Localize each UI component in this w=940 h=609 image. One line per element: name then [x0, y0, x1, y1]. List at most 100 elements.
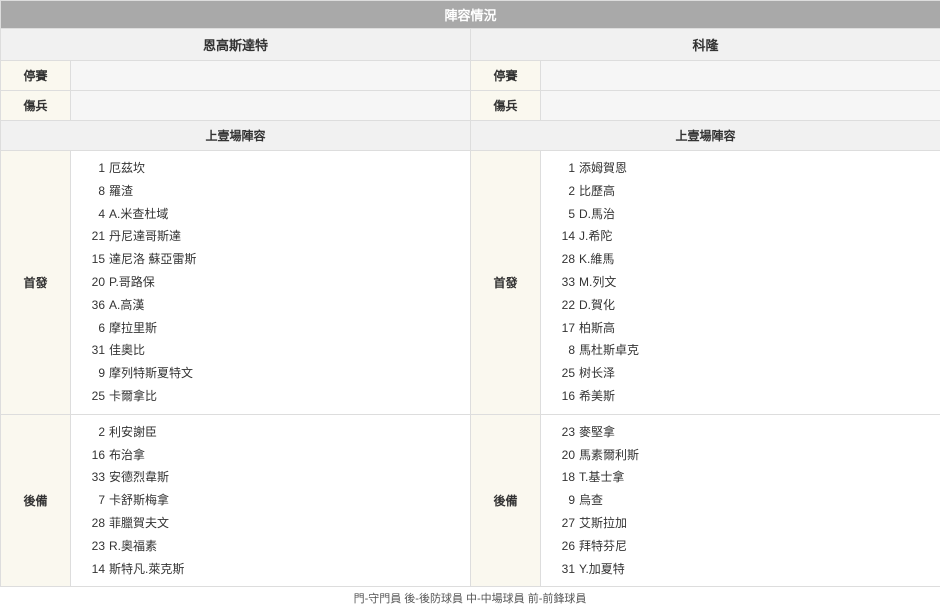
player-number: 6 [81, 317, 105, 340]
home-starters-label: 首發 [1, 151, 71, 415]
player-name: 菲臘賀夫文 [109, 512, 169, 535]
lineup-table: 陣容情況 恩高斯達特 科隆 停賽 停賽 傷兵 傷兵 上壹場陣容 上壹場陣容 首發… [0, 0, 940, 587]
player-row: 8羅渣 [81, 180, 460, 203]
main-title: 陣容情況 [1, 1, 940, 29]
teams-row: 恩高斯達特 科隆 [1, 29, 940, 61]
player-number: 15 [81, 248, 105, 271]
player-row: 14J.希陀 [551, 225, 930, 248]
starters-row: 首發 1厄茲坎8羅渣4A.米查杜域21丹尼達哥斯達15達尼洛 蘇亞雷斯20P.哥… [1, 151, 940, 415]
player-name: 拜特芬尼 [579, 535, 627, 558]
player-row: 6摩拉里斯 [81, 317, 460, 340]
player-number: 5 [551, 203, 575, 226]
player-number: 25 [551, 362, 575, 385]
player-number: 2 [551, 180, 575, 203]
player-name: Y.加夏特 [579, 558, 625, 581]
away-subs-list: 23麥堅拿20馬素爾利斯18T.基士拿9烏查27艾斯拉加26拜特芬尼31Y.加夏… [541, 414, 940, 587]
player-number: 14 [551, 225, 575, 248]
title-row: 陣容情況 [1, 1, 940, 29]
player-row: 20P.哥路保 [81, 271, 460, 294]
section-row: 上壹場陣容 上壹場陣容 [1, 121, 940, 151]
suspended-row: 停賽 停賽 [1, 61, 940, 91]
player-name: R.奧福素 [109, 535, 157, 558]
player-row: 33M.列文 [551, 271, 930, 294]
away-subs-label: 後備 [471, 414, 541, 587]
player-row: 26拜特芬尼 [551, 535, 930, 558]
player-name: K.維馬 [579, 248, 614, 271]
player-name: 柏斯高 [579, 317, 615, 340]
player-row: 5D.馬治 [551, 203, 930, 226]
injured-row: 傷兵 傷兵 [1, 91, 940, 121]
player-number: 33 [551, 271, 575, 294]
player-row: 16希美斯 [551, 385, 930, 408]
player-row: 1添姆賀恩 [551, 157, 930, 180]
subs-row: 後備 2利安謝臣16布治拿33安德烈韋斯7卡舒斯梅拿28菲臘賀夫文23R.奧福素… [1, 414, 940, 587]
player-row: 18T.基士拿 [551, 466, 930, 489]
player-row: 31Y.加夏特 [551, 558, 930, 581]
home-injured-value [71, 91, 471, 121]
player-number: 9 [81, 362, 105, 385]
home-section-label: 上壹場陣容 [1, 121, 471, 151]
player-name: 達尼洛 蘇亞雷斯 [109, 248, 196, 271]
home-starters-list: 1厄茲坎8羅渣4A.米查杜域21丹尼達哥斯達15達尼洛 蘇亞雷斯20P.哥路保3… [71, 151, 471, 415]
player-number: 28 [81, 512, 105, 535]
player-name: 安德烈韋斯 [109, 466, 169, 489]
player-number: 33 [81, 466, 105, 489]
player-row: 2比歷高 [551, 180, 930, 203]
home-suspended-label: 停賽 [1, 61, 71, 91]
away-injured-value [541, 91, 940, 121]
legend-footer: 門-守門員 後-後防球員 中-中場球員 前-前鋒球員 [0, 587, 940, 609]
player-row: 25树长泽 [551, 362, 930, 385]
player-number: 2 [81, 421, 105, 444]
player-name: 馬杜斯卓克 [579, 339, 639, 362]
player-name: P.哥路保 [109, 271, 155, 294]
away-suspended-value [541, 61, 940, 91]
player-number: 21 [81, 225, 105, 248]
player-row: 28K.維馬 [551, 248, 930, 271]
player-number: 25 [81, 385, 105, 408]
player-number: 4 [81, 203, 105, 226]
player-name: A.高漢 [109, 294, 144, 317]
player-number: 16 [81, 444, 105, 467]
player-row: 21丹尼達哥斯達 [81, 225, 460, 248]
player-name: 佳奧比 [109, 339, 145, 362]
player-row: 33安德烈韋斯 [81, 466, 460, 489]
player-row: 2利安謝臣 [81, 421, 460, 444]
player-name: 摩拉里斯 [109, 317, 157, 340]
player-number: 31 [551, 558, 575, 581]
home-injured-label: 傷兵 [1, 91, 71, 121]
player-name: 羅渣 [109, 180, 133, 203]
player-name: D.賀化 [579, 294, 615, 317]
player-name: 丹尼達哥斯達 [109, 225, 181, 248]
player-row: 22D.賀化 [551, 294, 930, 317]
player-number: 14 [81, 558, 105, 581]
player-number: 16 [551, 385, 575, 408]
player-name: 希美斯 [579, 385, 615, 408]
away-team-name: 科隆 [471, 29, 940, 61]
away-injured-label: 傷兵 [471, 91, 541, 121]
home-team-name: 恩高斯達特 [1, 29, 471, 61]
player-number: 28 [551, 248, 575, 271]
player-row: 20馬素爾利斯 [551, 444, 930, 467]
player-number: 1 [551, 157, 575, 180]
player-number: 36 [81, 294, 105, 317]
player-name: M.列文 [579, 271, 616, 294]
player-row: 27艾斯拉加 [551, 512, 930, 535]
player-number: 22 [551, 294, 575, 317]
player-name: 厄茲坎 [109, 157, 145, 180]
player-row: 16布治拿 [81, 444, 460, 467]
player-name: 布治拿 [109, 444, 145, 467]
player-name: T.基士拿 [579, 466, 624, 489]
player-row: 1厄茲坎 [81, 157, 460, 180]
player-number: 23 [81, 535, 105, 558]
player-row: 17柏斯高 [551, 317, 930, 340]
player-number: 27 [551, 512, 575, 535]
player-number: 23 [551, 421, 575, 444]
player-row: 25卡爾拿比 [81, 385, 460, 408]
player-name: 利安謝臣 [109, 421, 157, 444]
player-row: 15達尼洛 蘇亞雷斯 [81, 248, 460, 271]
player-name: D.馬治 [579, 203, 615, 226]
player-number: 20 [551, 444, 575, 467]
player-row: 28菲臘賀夫文 [81, 512, 460, 535]
away-starters-list: 1添姆賀恩2比歷高5D.馬治14J.希陀28K.維馬33M.列文22D.賀化17… [541, 151, 940, 415]
player-name: 摩列特斯夏特文 [109, 362, 193, 385]
